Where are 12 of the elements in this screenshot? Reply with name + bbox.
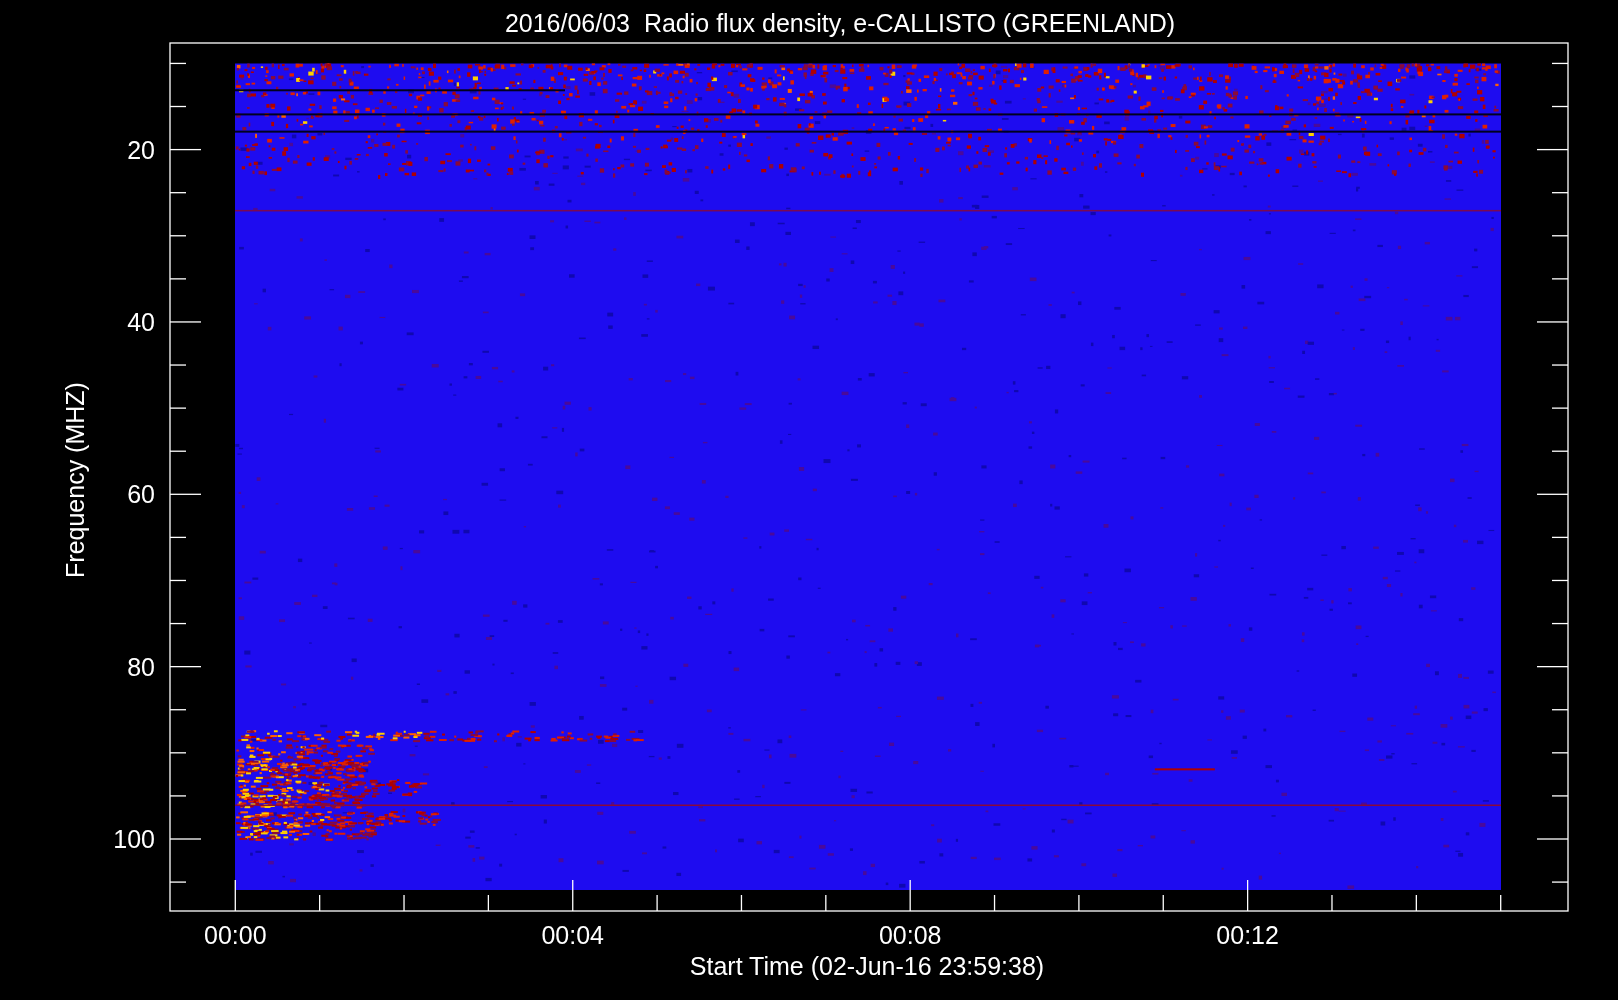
x-tick-label: 00:08: [878, 921, 942, 949]
y-tick-label: 40: [127, 307, 155, 336]
y-tick-label: 80: [127, 652, 155, 681]
x-tick-label: 00:00: [204, 921, 267, 949]
plot-title: 2016/06/03 Radio flux density, e-CALLISTO (GREENLAND): [504, 9, 1176, 37]
y-axis-label: Frequency (MHZ): [61, 382, 89, 578]
x-tick-label: 00:04: [541, 921, 604, 949]
y-tick-label: 60: [127, 480, 155, 509]
y-tick-label: 20: [127, 135, 155, 164]
y-tick-label: 100: [113, 825, 155, 853]
x-tick-label: 00:12: [1216, 921, 1279, 949]
x-axis-label: Start Time (02-Jun-16 23:59:38): [689, 952, 1045, 980]
